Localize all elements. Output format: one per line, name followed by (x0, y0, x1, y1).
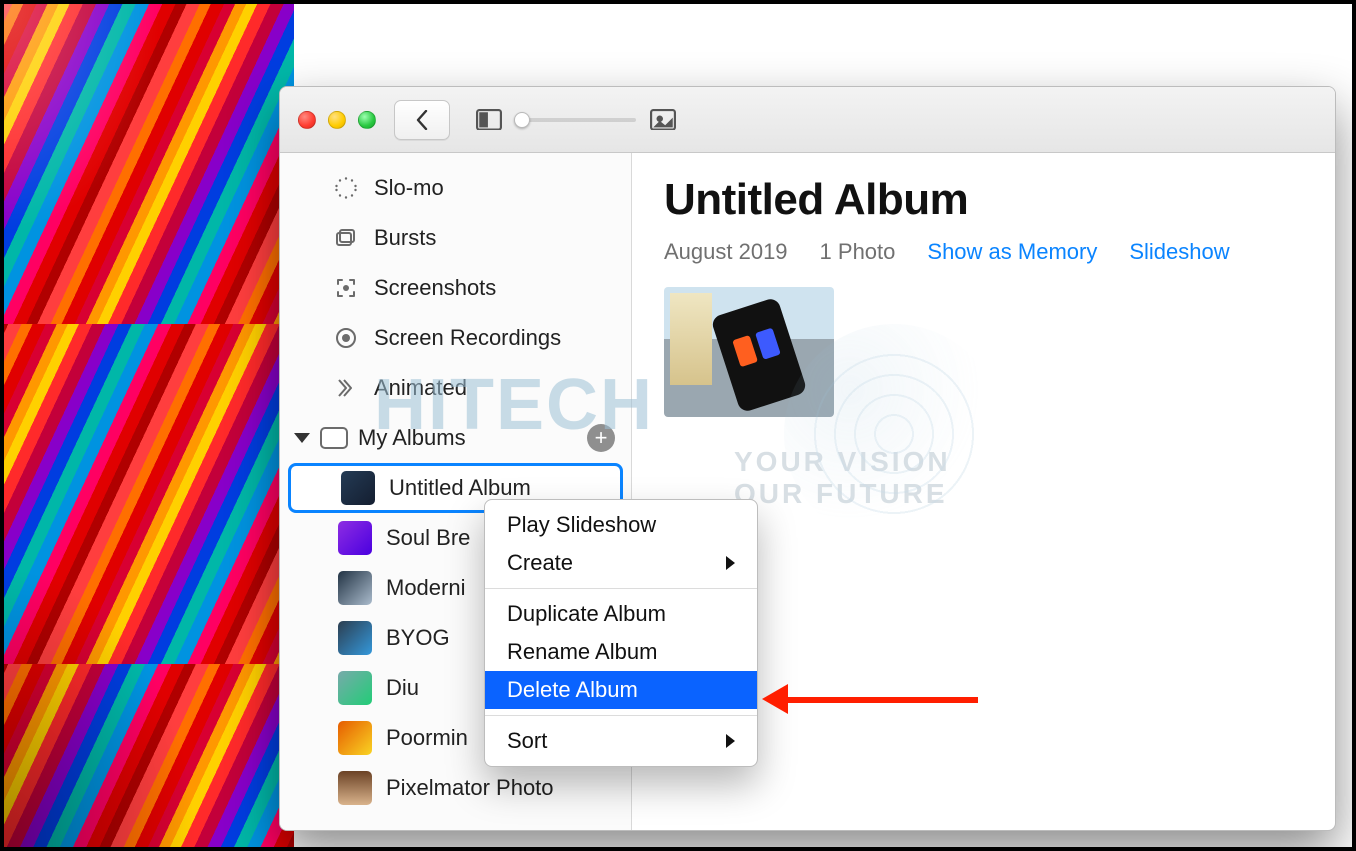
menu-item-delete-album[interactable]: Delete Album (485, 671, 757, 709)
sidebar-item-screenshots[interactable]: Screenshots (280, 263, 631, 313)
sidebar-item-label: Screen Recordings (374, 325, 561, 351)
album-thumbnail (341, 471, 375, 505)
animated-icon (332, 374, 360, 402)
sidebar-album[interactable]: Pixelmator Photo (288, 763, 623, 813)
context-menu: Play Slideshow Create Duplicate Album Re… (484, 499, 758, 767)
albums-icon (320, 427, 348, 449)
thumbnail-size-control (476, 109, 676, 131)
album-thumbnail (338, 521, 372, 555)
sidebar-item-screen-recordings[interactable]: Screen Recordings (280, 313, 631, 363)
album-date: August 2019 (664, 239, 788, 265)
back-button[interactable] (394, 100, 450, 140)
menu-item-label: Delete Album (507, 677, 638, 703)
slider-knob[interactable] (514, 112, 530, 128)
sidebar-item-bursts[interactable]: Bursts (280, 213, 631, 263)
thumbnail-large-icon (650, 109, 676, 131)
album-label: Soul Bre (386, 525, 470, 551)
photo-thumbnail[interactable] (664, 287, 834, 417)
menu-separator (485, 715, 757, 716)
slo-mo-icon (332, 174, 360, 202)
show-as-memory-link[interactable]: Show as Memory (927, 239, 1097, 265)
album-thumbnail (338, 621, 372, 655)
album-label: BYOG (386, 625, 450, 651)
menu-separator (485, 588, 757, 589)
album-label: Untitled Album (389, 475, 531, 501)
menu-item-create[interactable]: Create (485, 544, 757, 582)
chevron-left-icon (414, 110, 430, 130)
screenshot-stage: Slo-mo Bursts Screenshots (0, 0, 1356, 851)
sidebar-item-label: Slo-mo (374, 175, 444, 201)
album-label: Diu (386, 675, 419, 701)
sidebar-section-label: My Albums (358, 425, 466, 451)
photos-app-window: Slo-mo Bursts Screenshots (279, 86, 1336, 831)
album-count: 1 Photo (820, 239, 896, 265)
menu-item-label: Duplicate Album (507, 601, 666, 627)
zoom-window-button[interactable] (358, 111, 376, 129)
bursts-icon (332, 224, 360, 252)
sidebar-item-label: Screenshots (374, 275, 496, 301)
menu-item-label: Rename Album (507, 639, 657, 665)
menu-item-label: Create (507, 550, 573, 576)
window-titlebar (280, 87, 1335, 153)
window-traffic-lights (298, 111, 376, 129)
album-label: Poormin (386, 725, 468, 751)
menu-item-play-slideshow[interactable]: Play Slideshow (485, 506, 757, 544)
menu-item-sort[interactable]: Sort (485, 722, 757, 760)
album-meta: August 2019 1 Photo Show as Memory Slide… (664, 239, 1303, 265)
photo-thumbnail-decor (670, 293, 712, 385)
album-thumbnail (338, 571, 372, 605)
album-thumbnail (338, 671, 372, 705)
album-title: Untitled Album (664, 175, 1303, 225)
window-content: Slo-mo Bursts Screenshots (280, 153, 1335, 830)
menu-item-label: Sort (507, 728, 547, 754)
disclosure-triangle-icon (294, 433, 310, 443)
album-thumbnail (338, 721, 372, 755)
sidebar-item-slo-mo[interactable]: Slo-mo (280, 163, 631, 213)
album-label: Moderni (386, 575, 465, 601)
screenshots-icon (332, 274, 360, 302)
desktop-wallpaper (4, 4, 294, 847)
close-window-button[interactable] (298, 111, 316, 129)
album-thumbnail (338, 771, 372, 805)
menu-item-rename-album[interactable]: Rename Album (485, 633, 757, 671)
add-album-button[interactable]: + (587, 424, 615, 452)
slideshow-link[interactable]: Slideshow (1129, 239, 1229, 265)
screen-recordings-icon (332, 324, 360, 352)
menu-item-label: Play Slideshow (507, 512, 656, 538)
menu-item-duplicate-album[interactable]: Duplicate Album (485, 595, 757, 633)
sidebar-item-animated[interactable]: Animated (280, 363, 631, 413)
thumbnail-small-icon (476, 109, 502, 131)
sidebar-section-my-albums[interactable]: My Albums + (280, 413, 631, 463)
sidebar-item-label: Animated (374, 375, 467, 401)
sidebar-item-label: Bursts (374, 225, 436, 251)
thumbnail-size-slider[interactable] (516, 118, 636, 122)
photo-thumbnail-decor (710, 297, 807, 414)
minimize-window-button[interactable] (328, 111, 346, 129)
album-label: Pixelmator Photo (386, 775, 554, 801)
